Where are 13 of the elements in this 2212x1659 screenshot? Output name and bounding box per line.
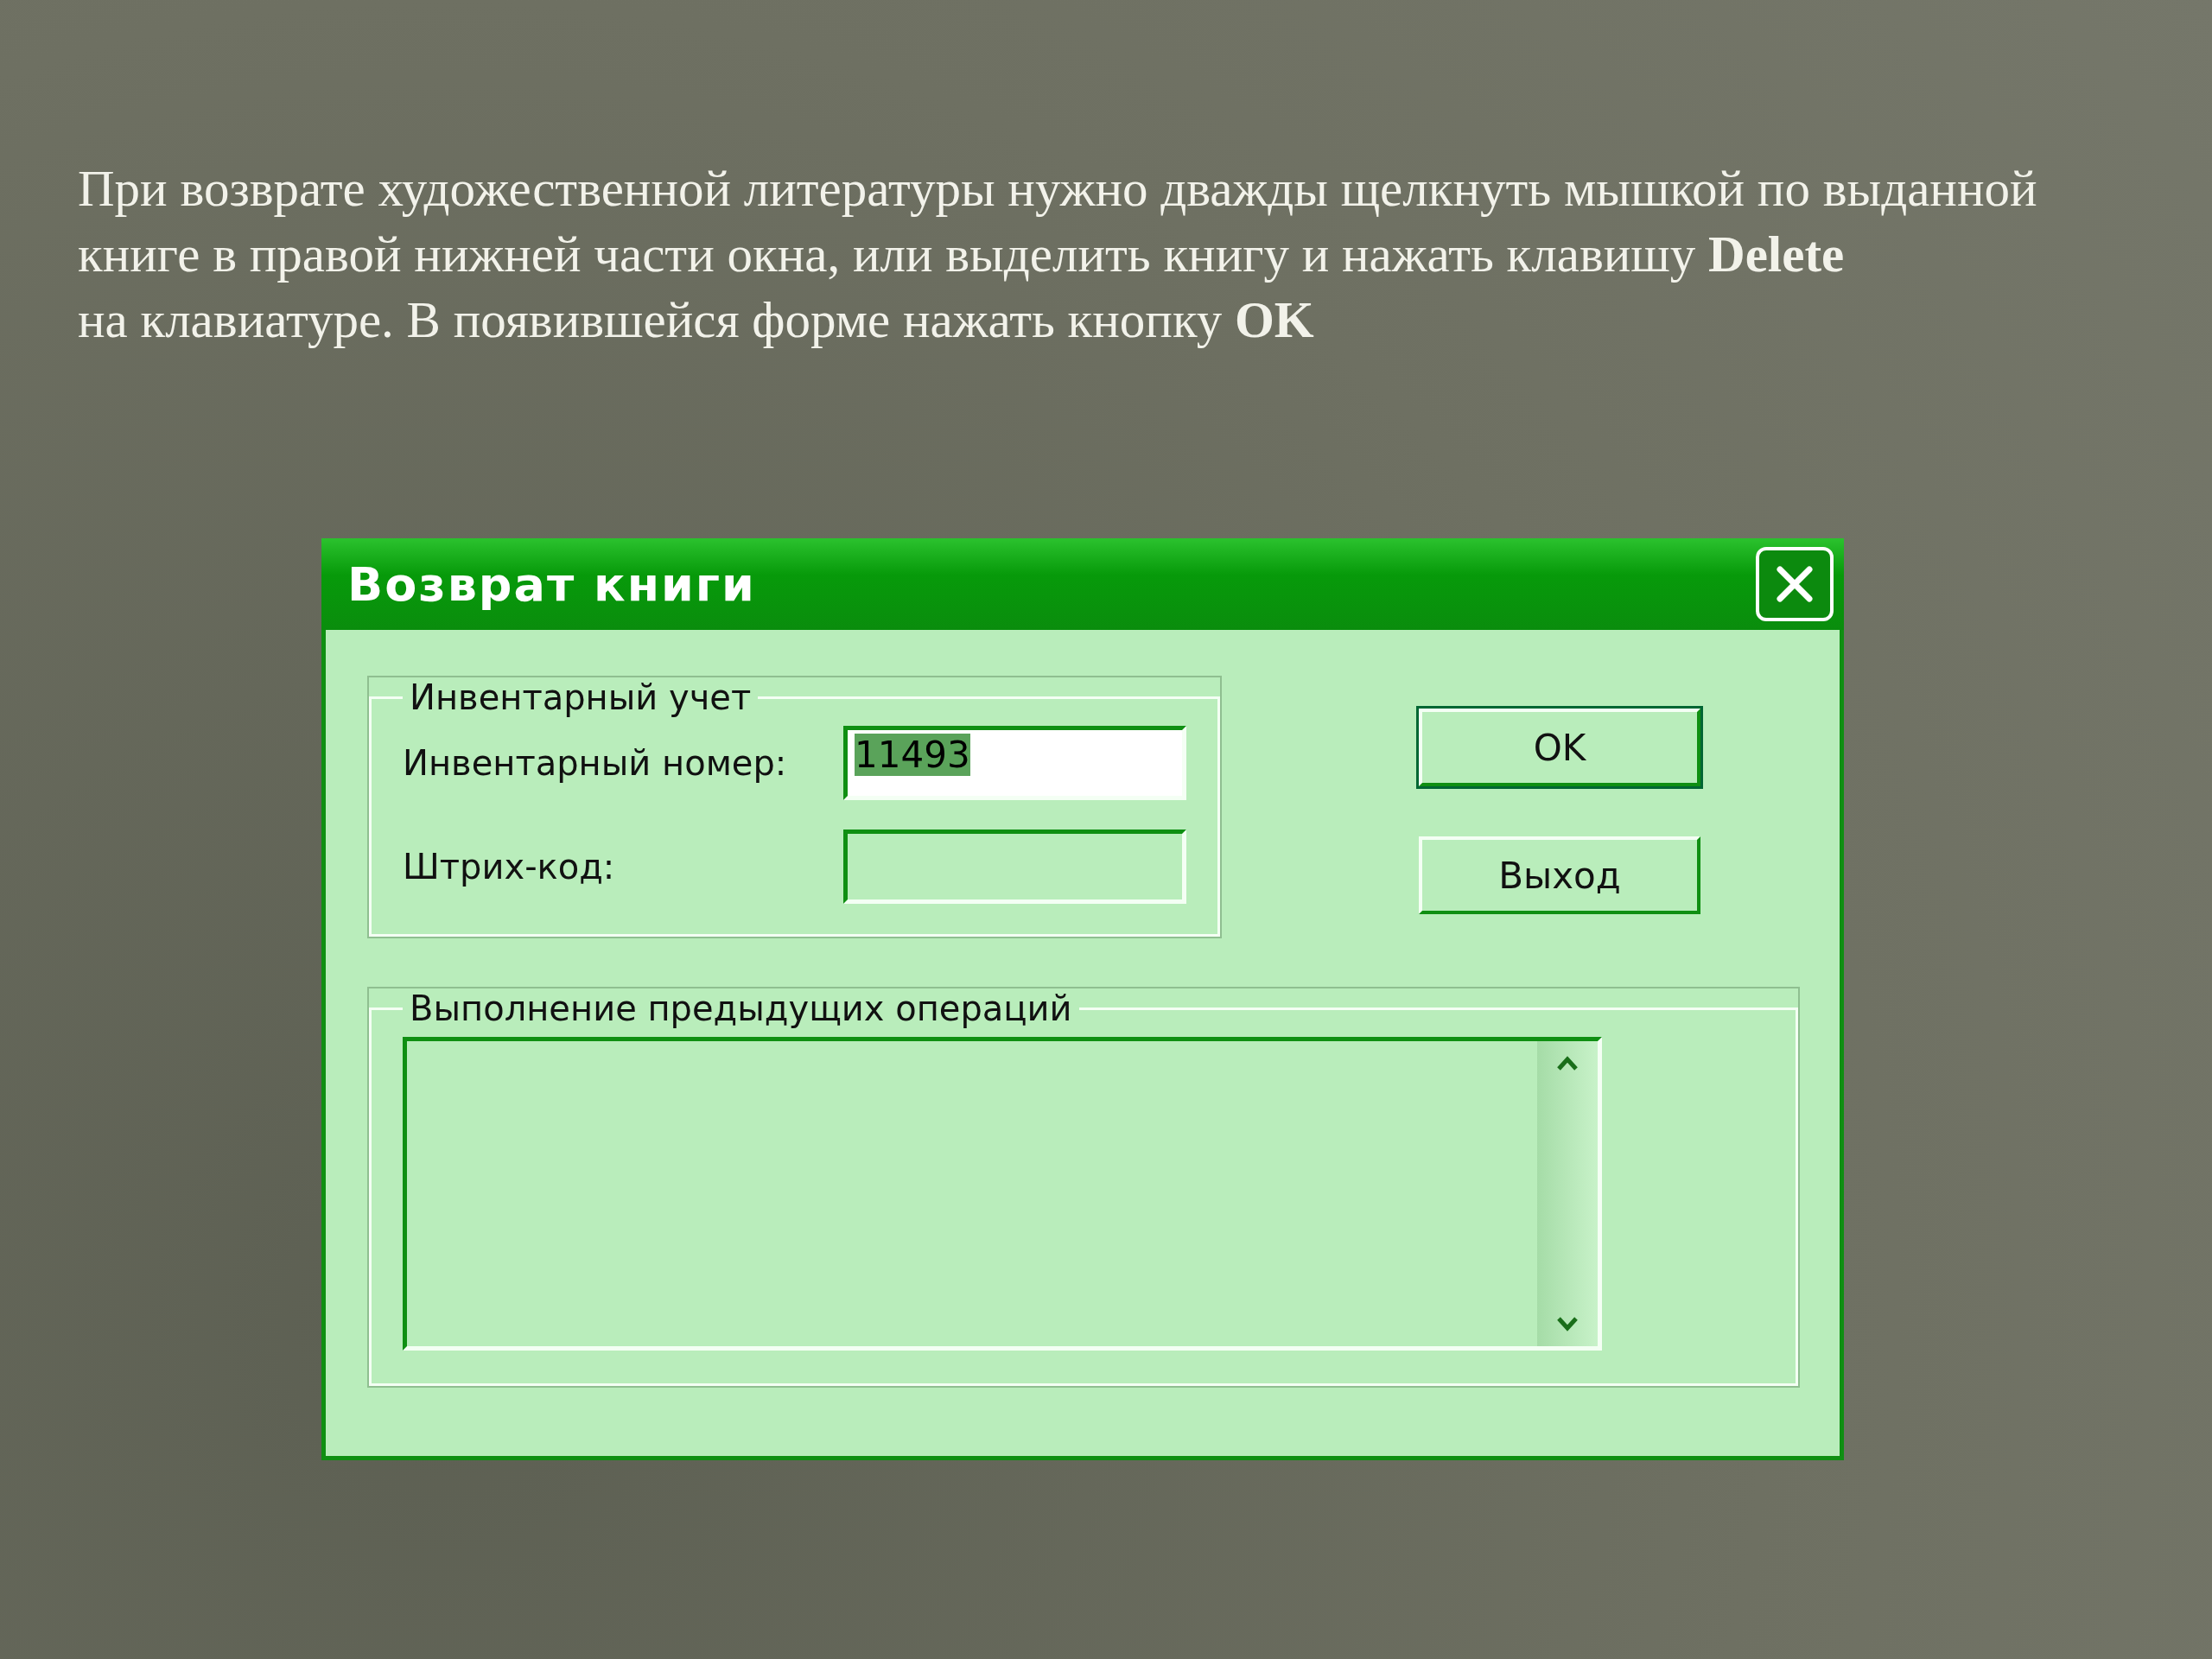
vertical-scrollbar[interactable] [1537, 1041, 1598, 1346]
group-title: Инвентарный учет [409, 677, 753, 717]
field-label: Штрих-код: [403, 847, 615, 887]
input-field[interactable]: 11493 [843, 726, 1186, 800]
field-label: Инвентарный номер: [403, 743, 787, 783]
ok-button[interactable]: OK [1419, 709, 1700, 786]
instruction-text: При возврате художественной литературы нужно дважды щелкнуть мышкой по выданной книге в правой нижней части окна, или выделить книгу и нажать клавишу Delete на клавиатуре. В появившейся форме нажать кнопку OK [78, 159, 2038, 350]
input-field[interactable] [843, 830, 1186, 904]
field-value: 11493 [855, 734, 970, 776]
close-button[interactable] [1756, 547, 1834, 621]
exit-button[interactable]: Выход [1419, 836, 1700, 914]
window-title: Возврат книги [347, 556, 756, 612]
group-title: Выполнение предыдущих операций [409, 988, 1073, 1028]
